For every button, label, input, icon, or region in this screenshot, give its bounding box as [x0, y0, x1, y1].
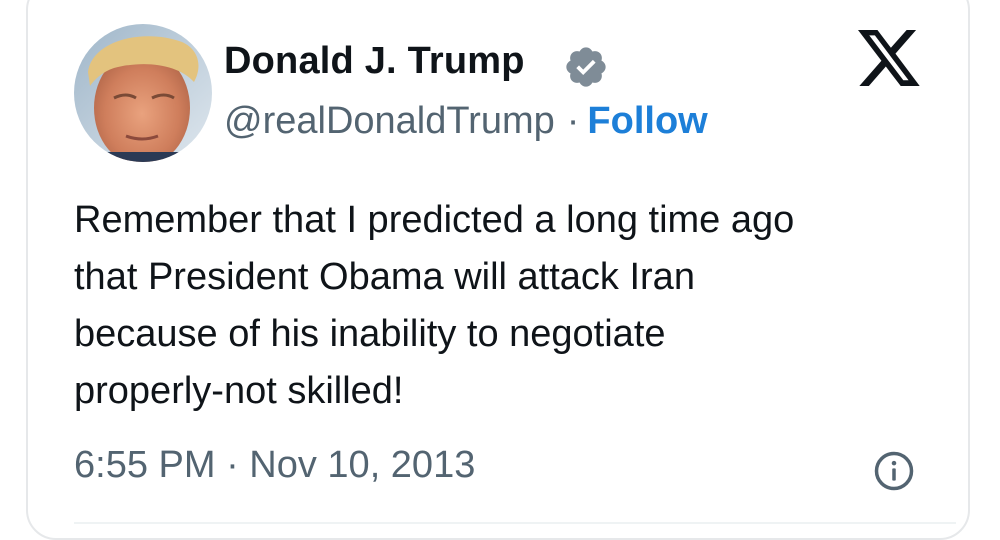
- author-handle[interactable]: @realDonaldTrump: [224, 100, 555, 142]
- divider: [74, 522, 956, 524]
- separator-dot: ·: [566, 100, 580, 142]
- x-logo-icon[interactable]: [858, 30, 922, 90]
- info-icon[interactable]: [873, 450, 915, 492]
- author-handle-row: @realDonaldTrump · Follow: [224, 100, 708, 143]
- author-display-name[interactable]: Donald J. Trump: [224, 40, 525, 83]
- avatar[interactable]: [74, 24, 212, 162]
- verified-badge-icon: [563, 44, 609, 90]
- follow-button[interactable]: Follow: [587, 100, 707, 142]
- tweet-text: Remember that I predicted a long time ag…: [74, 199, 795, 412]
- tweet-timestamp[interactable]: 6:55 PM · Nov 10, 2013: [74, 444, 475, 487]
